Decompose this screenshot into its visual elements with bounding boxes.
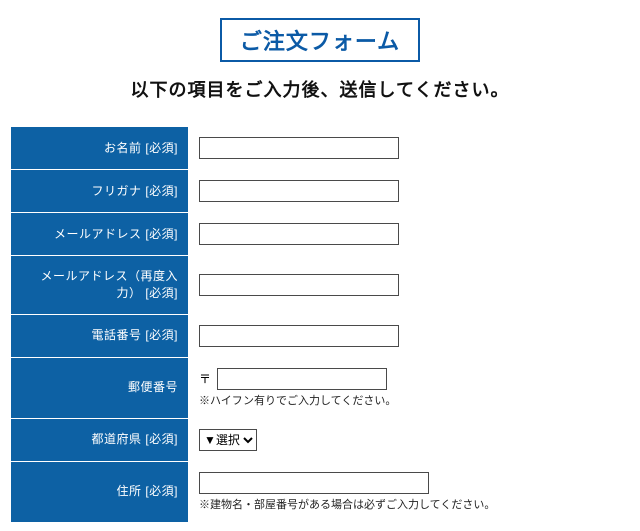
label-postal: 郵便番号	[11, 357, 189, 418]
input-phone[interactable]	[199, 325, 399, 347]
label-address: 住所 [必須]	[11, 461, 189, 522]
label-email2: メールアドレス（再度入力） [必須]	[11, 256, 189, 315]
label-kana: フリガナ [必須]	[11, 170, 189, 213]
page-title: ご注文フォーム	[220, 18, 420, 62]
input-kana[interactable]	[199, 180, 399, 202]
input-name[interactable]	[199, 137, 399, 159]
label-phone: 電話番号 [必須]	[11, 314, 189, 357]
form-table: お名前 [必須] フリガナ [必須] メールアドレス [必須] メールアドレス（…	[10, 126, 630, 523]
cell-phone	[189, 314, 630, 357]
cell-email	[189, 213, 630, 256]
cell-postal: 〒 ※ハイフン有りでご入力してください。	[189, 357, 630, 418]
title-wrap: ご注文フォーム	[0, 18, 640, 62]
cell-name	[189, 127, 630, 170]
cell-email2	[189, 256, 630, 315]
helper-address: ※建物名・部屋番号がある場合は必ずご入力してください。	[199, 496, 619, 512]
input-address[interactable]	[199, 472, 429, 494]
label-pref: 都道府県 [必須]	[11, 418, 189, 461]
cell-pref: ▼選択	[189, 418, 630, 461]
postal-mark: 〒	[199, 372, 211, 386]
order-form-container: ご注文フォーム 以下の項目をご入力後、送信してください。 お名前 [必須] フリ…	[0, 0, 640, 523]
cell-address: ※建物名・部屋番号がある場合は必ずご入力してください。	[189, 461, 630, 522]
page-subtitle: 以下の項目をご入力後、送信してください。	[0, 76, 640, 102]
label-name: お名前 [必須]	[11, 127, 189, 170]
label-email: メールアドレス [必須]	[11, 213, 189, 256]
input-email-confirm[interactable]	[199, 274, 399, 296]
cell-kana	[189, 170, 630, 213]
select-prefecture[interactable]: ▼選択	[199, 429, 257, 451]
helper-postal: ※ハイフン有りでご入力してください。	[199, 392, 619, 408]
input-email[interactable]	[199, 223, 399, 245]
input-postal[interactable]	[217, 368, 387, 390]
